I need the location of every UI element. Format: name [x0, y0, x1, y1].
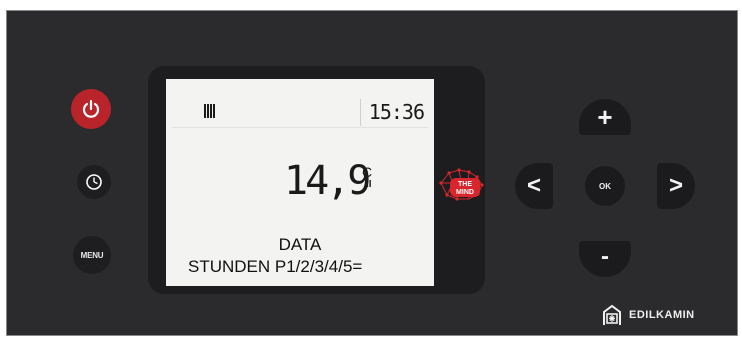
- signal-bars-icon: [204, 104, 216, 118]
- clock-icon: [86, 174, 102, 190]
- clock-time: 15:36: [359, 99, 425, 126]
- plus-icon: +: [597, 101, 613, 132]
- lcd-divider: [172, 127, 428, 128]
- logo-text-the: THE: [458, 181, 472, 188]
- power-icon: [82, 99, 100, 118]
- ok-button[interactable]: OK: [585, 166, 625, 206]
- chevron-right-icon: >: [668, 172, 683, 199]
- temperature-unit: C: [362, 164, 373, 180]
- ok-label: OK: [599, 181, 611, 191]
- power-button[interactable]: [71, 89, 111, 129]
- logo-text-mind: MIND: [456, 189, 474, 196]
- menu-button[interactable]: MENU: [73, 236, 111, 274]
- minus-icon: -: [601, 243, 609, 270]
- edilkamin-icon: [603, 304, 621, 325]
- the-mind-logo: THE MIND: [439, 168, 484, 201]
- brand-logo: EDILKAMIN: [601, 303, 695, 327]
- lcd-display: 15:36 14,9 C II DATA STUNDEN P1/2/3/4/5=: [166, 79, 434, 286]
- menu-value: STUNDEN P1/2/3/4/5=: [188, 257, 363, 276]
- lcd-status-bar: 15:36: [166, 99, 434, 126]
- plus-button[interactable]: +: [579, 99, 631, 135]
- temperature-reading: 14,9: [284, 158, 371, 204]
- chevron-left-icon: <: [526, 172, 541, 199]
- right-button[interactable]: >: [657, 163, 695, 209]
- menu-button-label: MENU: [80, 250, 104, 260]
- control-panel: MENU 15:36 14,9 C II DATA STUNDEN P1/2/3…: [6, 10, 738, 336]
- left-button[interactable]: <: [515, 163, 553, 209]
- clock-button[interactable]: [77, 165, 111, 199]
- temperature-unit-mark: II: [366, 179, 372, 190]
- brand-name: EDILKAMIN: [629, 309, 695, 321]
- minus-button[interactable]: -: [579, 241, 631, 277]
- menu-title: DATA: [278, 235, 322, 254]
